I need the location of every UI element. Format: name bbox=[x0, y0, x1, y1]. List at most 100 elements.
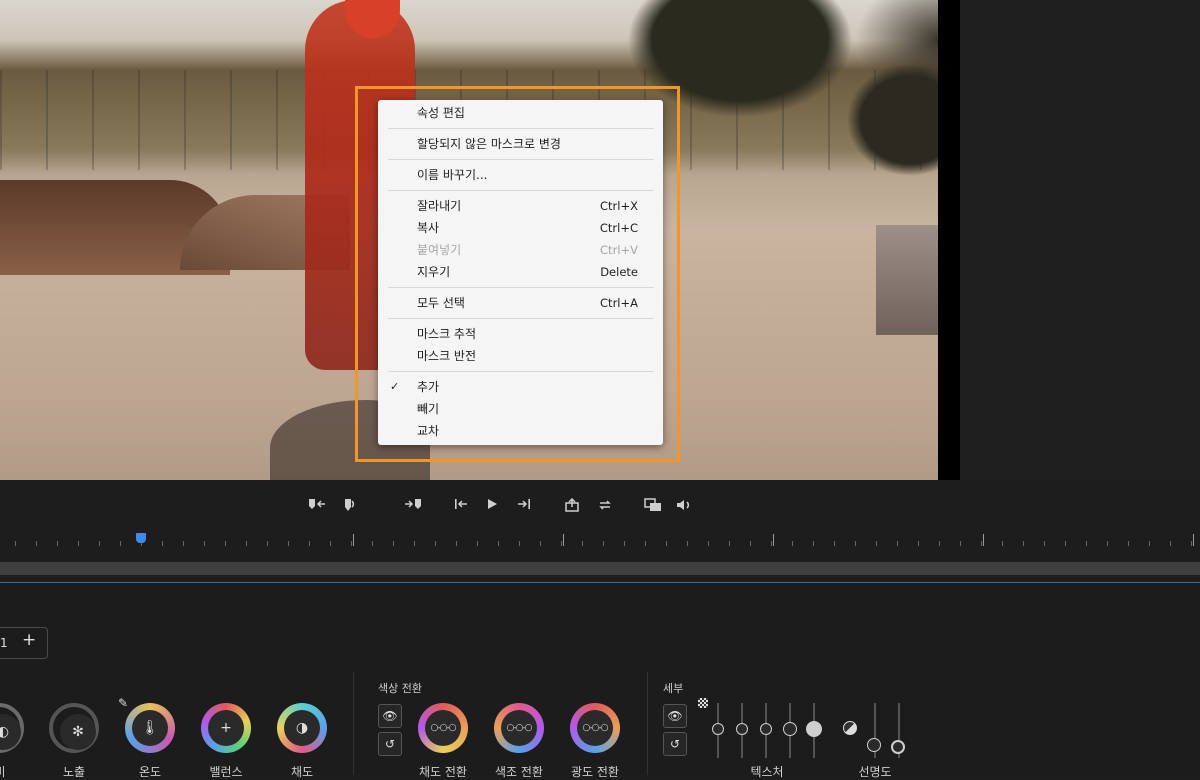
detail-label: 선명도 bbox=[858, 765, 892, 779]
menu-item-clear[interactable]: 지우기 Delete bbox=[378, 261, 663, 283]
menu-item-label: 교차 bbox=[417, 424, 440, 438]
knob-saturation-shift[interactable]: ○-○-○ bbox=[418, 703, 468, 753]
ruler-major-tick bbox=[773, 534, 774, 546]
texture-slider-knob[interactable] bbox=[760, 723, 772, 735]
menu-item-label: 복사 bbox=[417, 221, 440, 235]
menu-item-rename[interactable]: 이름 바꾸기... bbox=[378, 164, 663, 186]
menu-item-label: 잘라내기 bbox=[417, 199, 462, 213]
export-frame-icon[interactable] bbox=[563, 497, 581, 519]
texture-slider-knob[interactable] bbox=[783, 722, 797, 736]
clarity-slider-knob[interactable] bbox=[891, 740, 905, 754]
reset-icon[interactable]: ↺ bbox=[663, 732, 687, 756]
context-menu: 속성 편집 할당되지 않은 마스크로 변경 이름 바꾸기... 잘라내기 Ctrl… bbox=[378, 100, 663, 445]
menu-item-change-to-unassigned-mask[interactable]: 할당되지 않은 마스크로 변경 bbox=[378, 133, 663, 155]
texture-pattern-icon bbox=[698, 698, 708, 708]
right-panel bbox=[960, 0, 1200, 480]
texture-slider-knob[interactable] bbox=[736, 723, 748, 735]
knob-balance[interactable]: + bbox=[201, 703, 251, 753]
reset-icon[interactable]: ↺ bbox=[378, 732, 402, 756]
video-wall bbox=[876, 225, 940, 335]
menu-item-cut[interactable]: 잘라내기 Ctrl+X bbox=[378, 195, 663, 217]
visibility-eye-icon[interactable]: 👁 bbox=[663, 704, 687, 728]
knob-label: 온도 bbox=[138, 765, 162, 779]
transport-controls bbox=[0, 497, 1200, 519]
section-title: 세부 bbox=[663, 682, 684, 695]
menu-separator bbox=[388, 287, 654, 288]
menu-item-subtract[interactable]: 빼기 bbox=[378, 398, 663, 420]
section-title: 색상 전환 bbox=[378, 682, 422, 695]
knob-label: 광도 전환 bbox=[571, 765, 619, 779]
section-divider bbox=[353, 672, 354, 775]
menu-separator bbox=[388, 159, 654, 160]
menu-item-shortcut: Delete bbox=[600, 265, 638, 279]
menu-item-edit-properties[interactable]: 속성 편집 bbox=[378, 102, 663, 124]
menu-separator bbox=[388, 371, 654, 372]
mask-tab-1[interactable]: 1 bbox=[0, 636, 8, 650]
menu-item-add[interactable]: ✓ 추가 bbox=[378, 376, 663, 398]
timeline-scrollbar[interactable] bbox=[0, 562, 1200, 575]
section-divider bbox=[647, 672, 648, 775]
knob-hue-shift[interactable]: ○-○-○ bbox=[494, 703, 544, 753]
menu-item-select-all[interactable]: 모두 선택 Ctrl+A bbox=[378, 292, 663, 314]
add-tab-button[interactable]: + bbox=[22, 630, 36, 650]
texture-slider-knob[interactable] bbox=[806, 721, 822, 737]
loop-icon[interactable] bbox=[596, 497, 614, 519]
menu-item-label: 마스크 반전 bbox=[417, 349, 477, 363]
clarity-slider-knob[interactable] bbox=[867, 738, 881, 752]
knob-temperature[interactable]: 🌡 bbox=[125, 703, 175, 753]
curve-nodes-icon: ○-○-○ bbox=[577, 710, 613, 746]
eyedropper-icon[interactable]: ✎ bbox=[118, 696, 128, 710]
menu-item-label: 할당되지 않은 마스크로 변경 bbox=[417, 137, 561, 151]
mark-in-icon[interactable] bbox=[306, 497, 328, 519]
menu-item-shortcut: Ctrl+A bbox=[600, 296, 638, 310]
texture-slider-knob[interactable] bbox=[712, 723, 724, 735]
menu-item-intersect[interactable]: 교차 bbox=[378, 420, 663, 442]
menu-item-shortcut: Ctrl+V bbox=[600, 243, 638, 257]
menu-item-label: 모두 선택 bbox=[417, 296, 465, 310]
menu-item-label: 마스크 추적 bbox=[417, 327, 477, 341]
knob-exposure[interactable]: ✻ bbox=[49, 703, 99, 753]
aperture-icon: ✻ bbox=[60, 714, 96, 750]
timeline-ruler[interactable] bbox=[0, 534, 1200, 548]
thermometer-icon: 🌡 bbox=[132, 710, 168, 746]
volume-icon[interactable] bbox=[674, 497, 694, 519]
menu-item-copy[interactable]: 복사 Ctrl+C bbox=[378, 217, 663, 239]
knob-luminance-shift[interactable]: ○-○-○ bbox=[570, 703, 620, 753]
step-forward-icon[interactable] bbox=[515, 497, 533, 519]
checkmark-icon: ✓ bbox=[390, 380, 400, 393]
menu-separator bbox=[388, 318, 654, 319]
ruler-major-tick bbox=[983, 534, 984, 546]
ruler-major-tick bbox=[353, 534, 354, 546]
knob-label: 밸런스 bbox=[209, 765, 243, 779]
playhead[interactable] bbox=[136, 533, 146, 543]
knob-saturation[interactable]: ◑ bbox=[277, 703, 327, 753]
detail-label: 텍스처 bbox=[750, 765, 784, 779]
knob-label: 채도 bbox=[290, 765, 314, 779]
curve-nodes-icon: ○-○-○ bbox=[425, 710, 461, 746]
safe-margins-icon[interactable] bbox=[642, 497, 664, 519]
menu-item-label: 이름 바꾸기... bbox=[417, 168, 488, 182]
go-to-in-icon[interactable] bbox=[402, 497, 424, 519]
visibility-eye-icon[interactable]: 👁 bbox=[378, 704, 402, 728]
step-back-icon[interactable] bbox=[452, 497, 470, 519]
menu-item-label: 붙여넣기 bbox=[417, 243, 462, 257]
menu-item-track-mask[interactable]: 마스크 추적 bbox=[378, 323, 663, 345]
mark-clip-icon[interactable] bbox=[340, 497, 360, 519]
knob-label: 색조 전환 bbox=[495, 765, 543, 779]
knob-label: 노출 bbox=[62, 765, 86, 779]
preview-border bbox=[938, 0, 960, 480]
ruler-major-tick bbox=[1193, 534, 1194, 546]
play-icon[interactable] bbox=[484, 497, 500, 519]
saturation-icon: ◑ bbox=[284, 710, 320, 746]
menu-item-shortcut: Ctrl+C bbox=[599, 221, 638, 235]
menu-item-label: 지우기 bbox=[417, 265, 451, 279]
menu-item-paste: 붙여넣기 Ctrl+V bbox=[378, 239, 663, 261]
ruler-major-tick bbox=[563, 534, 564, 546]
plus-icon: + bbox=[208, 710, 244, 746]
menu-item-shortcut: Ctrl+X bbox=[600, 199, 638, 213]
menu-item-label: 속성 편집 bbox=[417, 106, 465, 120]
menu-separator bbox=[388, 128, 654, 129]
curve-nodes-icon: ○-○-○ bbox=[501, 710, 537, 746]
menu-item-label: 빼기 bbox=[417, 402, 440, 416]
menu-item-invert-mask[interactable]: 마스크 반전 bbox=[378, 345, 663, 367]
